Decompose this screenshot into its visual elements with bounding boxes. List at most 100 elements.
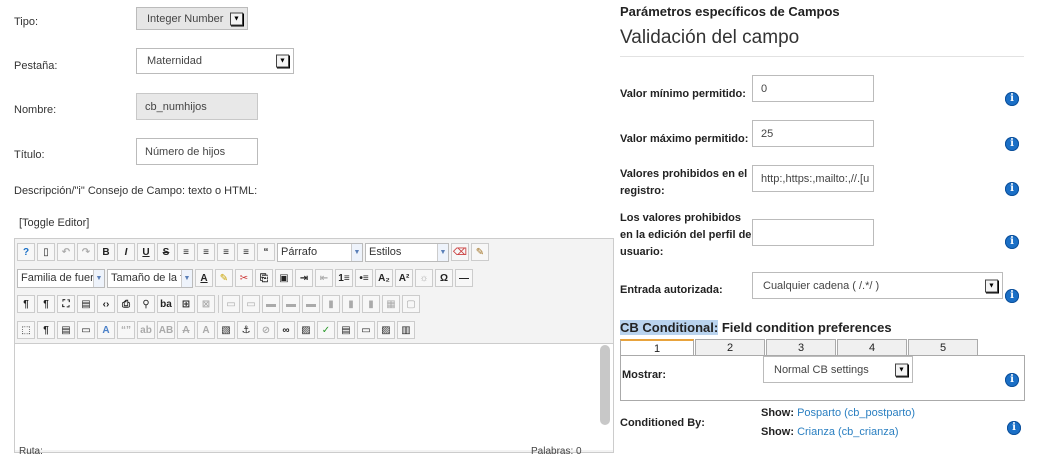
ins-icon[interactable]: A [197, 321, 215, 339]
forbidden-registration-field[interactable]: http:,https:,mailto:,//.[u [752, 165, 874, 192]
highlight-color-icon[interactable]: ✎ [215, 269, 233, 287]
find-icon[interactable]: ⚲ [137, 295, 155, 313]
titulo-field[interactable]: Número de hijos [136, 138, 258, 165]
acronym-icon[interactable]: AB [157, 321, 175, 339]
ltr-icon[interactable]: ¶ [17, 295, 35, 313]
insert-table-icon[interactable]: ⊞ [177, 295, 195, 313]
omega-icon[interactable]: Ω [435, 269, 453, 287]
pagebreak-icon[interactable]: ▭ [77, 321, 95, 339]
subscript-icon[interactable]: A₂ [375, 269, 393, 287]
align-right-icon[interactable]: ≡ [237, 243, 255, 261]
bullet-list-icon[interactable]: •≡ [355, 269, 373, 287]
replace-icon[interactable]: ba [157, 295, 175, 313]
col-before-icon[interactable]: ▮ [322, 295, 340, 313]
anchor-icon[interactable]: ⚓ [237, 321, 255, 339]
cell-props-icon[interactable]: ▭ [242, 295, 260, 313]
editor-content-area[interactable] [15, 343, 613, 450]
undo-icon[interactable]: ↶ [57, 243, 75, 261]
styles-select[interactable]: Estilos ▼ [365, 242, 449, 262]
fullscreen-icon[interactable]: ⛶ [57, 295, 75, 313]
cut-icon[interactable]: ✂ [235, 269, 253, 287]
spellcheck-icon[interactable]: ✓ [317, 321, 335, 339]
info-icon[interactable]: i [1005, 289, 1019, 303]
media-image-icon[interactable]: ▨ [377, 321, 395, 339]
underline-icon[interactable]: U [137, 243, 155, 261]
delete-row-icon[interactable]: ▬ [302, 295, 320, 313]
layer-icon[interactable]: ▭ [357, 321, 375, 339]
mostrar-select[interactable]: Normal CB settings ▼ [763, 356, 913, 383]
source-code-icon[interactable]: ‹› [97, 295, 115, 313]
text-color-icon[interactable]: A [195, 269, 213, 287]
image-icon[interactable]: ▨ [297, 321, 315, 339]
bold-icon[interactable]: B [97, 243, 115, 261]
delete-col-icon[interactable]: ▮ [362, 295, 380, 313]
show-link-crianza[interactable]: Crianza (cb_crianza) [797, 426, 898, 438]
font-family-select[interactable]: Familia de fuer ▼ [17, 268, 105, 288]
row-after-icon[interactable]: ▬ [282, 295, 300, 313]
split-cells-icon[interactable]: ▦ [382, 295, 400, 313]
media-video-icon[interactable]: ▥ [397, 321, 415, 339]
style-props-icon[interactable]: A [97, 321, 115, 339]
superscript-icon[interactable]: A² [395, 269, 413, 287]
merge-cells-icon[interactable]: ▢ [402, 295, 420, 313]
indent-icon[interactable]: ⇥ [295, 269, 313, 287]
abbr-icon[interactable]: ab [137, 321, 155, 339]
row-before-icon[interactable]: ▬ [262, 295, 280, 313]
template-icon[interactable]: ▤ [57, 321, 75, 339]
blockquote-icon[interactable]: “ [257, 243, 275, 261]
preview-icon[interactable]: ▤ [77, 295, 95, 313]
help-icon[interactable]: ? [17, 243, 35, 261]
link-icon[interactable]: ∞ [277, 321, 295, 339]
cleanup-brush-icon[interactable]: ✎ [471, 243, 489, 261]
tab-4[interactable]: 4 [837, 339, 907, 355]
horizontal-rule-icon[interactable]: — [455, 269, 473, 287]
outdent-icon[interactable]: ⇤ [315, 269, 333, 287]
new-document-icon[interactable]: ▯ [37, 243, 55, 261]
print-icon[interactable]: ⎙ [117, 295, 135, 313]
align-center-icon[interactable]: ≡ [197, 243, 215, 261]
forbidden-edit-field[interactable] [752, 219, 874, 246]
row-props-icon[interactable]: ▭ [222, 295, 240, 313]
redo-icon[interactable]: ↷ [77, 243, 95, 261]
col-after-icon[interactable]: ▮ [342, 295, 360, 313]
tab-5[interactable]: 5 [908, 339, 978, 355]
paste-icon[interactable]: ▣ [275, 269, 293, 287]
nombre-field[interactable]: cb_numhijos [136, 93, 258, 120]
attributes-icon[interactable]: ▧ [217, 321, 235, 339]
rtl-icon[interactable]: ¶ [37, 295, 55, 313]
copy-icon[interactable]: ⎘ [255, 269, 273, 287]
authorized-input-select[interactable]: Cualquier cadena ( /.*/ ) ▼ [752, 272, 1003, 299]
pestana-select[interactable]: Maternidad ▼ [136, 48, 294, 74]
hr-icon[interactable]: ▤ [337, 321, 355, 339]
min-value-field[interactable]: 0 [752, 75, 874, 102]
info-icon[interactable]: i [1005, 373, 1019, 387]
info-icon[interactable]: i [1005, 182, 1019, 196]
tab-2[interactable]: 2 [695, 339, 765, 355]
align-justify-icon[interactable]: ≡ [177, 243, 195, 261]
toggle-editor-link[interactable]: [Toggle Editor] [19, 217, 89, 229]
align-left-icon[interactable]: ≡ [217, 243, 235, 261]
editor-scrollbar[interactable] [600, 345, 610, 425]
del-icon[interactable]: A [177, 321, 195, 339]
show-blocks-icon[interactable]: ¶ [37, 321, 55, 339]
tipo-select[interactable]: Integer Number ▼ [136, 7, 248, 30]
italic-icon[interactable]: I [117, 243, 135, 261]
max-value-field[interactable]: 25 [752, 120, 874, 147]
cite-icon[interactable]: “” [117, 321, 135, 339]
info-icon[interactable]: i [1005, 137, 1019, 151]
eraser-icon[interactable]: ⌫ [451, 243, 469, 261]
font-size-select[interactable]: Tamaño de la f ▼ [107, 268, 193, 288]
info-icon[interactable]: i [1007, 421, 1021, 435]
info-icon[interactable]: i [1005, 235, 1019, 249]
show-link-posparto[interactable]: Posparto (cb_postparto) [797, 407, 915, 419]
character-map-icon[interactable]: ☼ [415, 269, 433, 287]
format-select[interactable]: Párrafo ▼ [277, 242, 363, 262]
tab-1[interactable]: 1 [620, 339, 694, 356]
numbered-list-icon[interactable]: 1≡ [335, 269, 353, 287]
info-icon[interactable]: i [1005, 92, 1019, 106]
strikethrough-icon[interactable]: S [157, 243, 175, 261]
delete-table-icon[interactable]: ⊠ [197, 295, 215, 313]
unlink-icon[interactable]: ⊘ [257, 321, 275, 339]
visual-aid-icon[interactable]: ⬚ [17, 321, 35, 339]
tab-3[interactable]: 3 [766, 339, 836, 355]
